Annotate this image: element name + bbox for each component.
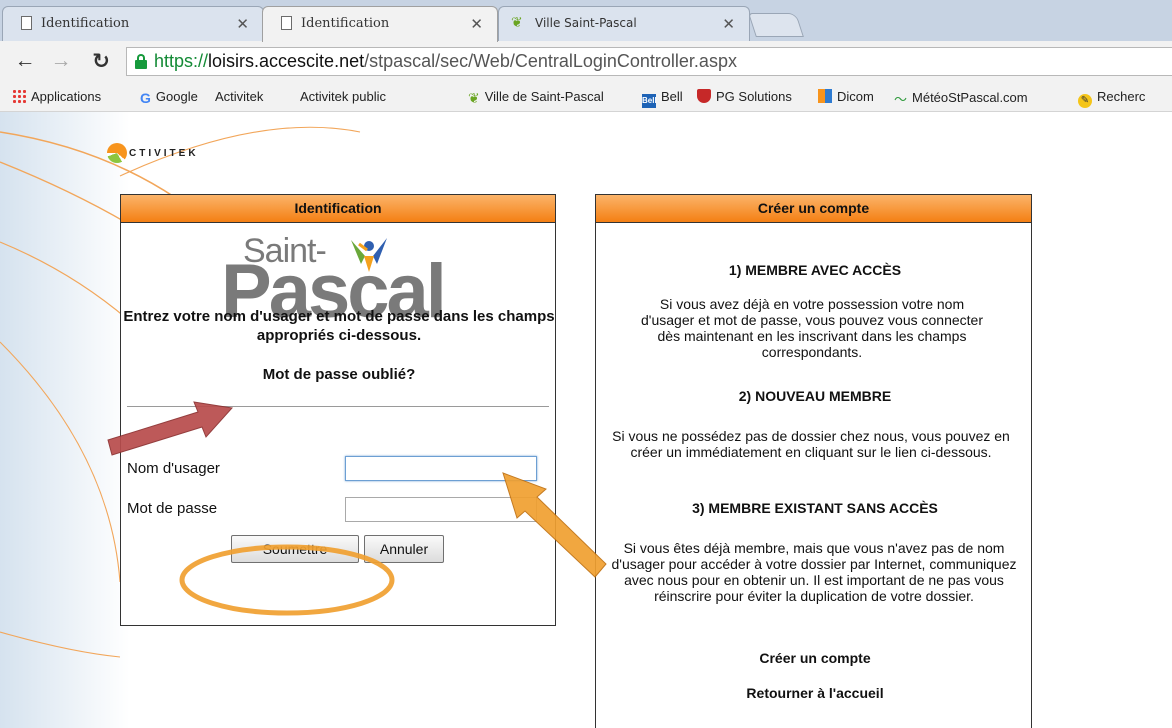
- browser-tab-strip: Identification ✕ Identification ✕ ❦ Vill…: [0, 0, 1172, 42]
- create-account-link[interactable]: Créer un compte: [590, 650, 1040, 666]
- return-home-link[interactable]: Retourner à l'accueil: [590, 685, 1040, 701]
- shield-icon: [697, 89, 711, 103]
- page-icon: [21, 16, 32, 30]
- apps-grid-icon: [12, 89, 26, 103]
- submit-button[interactable]: Soumettre: [231, 535, 359, 563]
- forgot-password-link[interactable]: Mot de passe oublié?: [119, 366, 559, 383]
- login-panel: Identification Saint- Pascal Entrez votr…: [120, 194, 556, 626]
- register-panel: Créer un compte 1) MEMBRE AVEC ACCÈS Si …: [595, 194, 1032, 728]
- section-member-with-access-title: 1) MEMBRE AVEC ACCÈS: [728, 262, 902, 278]
- form-separator: [127, 406, 549, 407]
- lock-icon: [135, 54, 147, 69]
- reload-icon[interactable]: ↻: [90, 49, 112, 74]
- close-icon[interactable]: ✕: [722, 15, 735, 33]
- login-panel-header: Identification: [121, 195, 555, 223]
- close-icon[interactable]: ✕: [470, 15, 483, 33]
- address-bar[interactable]: https://loisirs.accescite.net/stpascal/s…: [126, 47, 1172, 76]
- section-member-with-access-text: Si vous avez déjà en votre possession vo…: [641, 296, 983, 360]
- close-icon[interactable]: ✕: [236, 15, 249, 33]
- bell-icon: Bell: [642, 94, 657, 108]
- username-field[interactable]: [345, 456, 537, 481]
- google-icon: G: [140, 90, 151, 106]
- bookmarks-bar: Applications G Google Activitek Activitek…: [0, 83, 1172, 214]
- back-arrow-icon[interactable]: ←: [14, 49, 36, 73]
- activitek-logo[interactable]: CTIVITEK: [107, 143, 199, 167]
- tab-ville-saint-pascal[interactable]: ❦ Ville Saint-Pascal ✕: [498, 6, 750, 41]
- bookmark-applications[interactable]: Applications: [12, 89, 101, 104]
- tab-title: Identification: [301, 16, 390, 31]
- new-tab-button[interactable]: [748, 13, 804, 37]
- dicom-icon: [818, 89, 832, 103]
- tab-title: Ville Saint-Pascal: [535, 16, 637, 30]
- section-new-member-text: Si vous ne possédez pas de dossier chez …: [612, 428, 1010, 460]
- bookmark-pg-solutions[interactable]: PG Solutions: [697, 89, 792, 104]
- cancel-button[interactable]: Annuler: [364, 535, 444, 563]
- web-page: CTIVITEK Identification Saint- Pascal En…: [0, 112, 1172, 728]
- bookmark-activitek[interactable]: Activitek: [215, 89, 263, 214]
- section-existing-member-text: Si vous êtes déjà membre, mais que vous …: [611, 540, 1017, 604]
- register-panel-header: Créer un compte: [596, 195, 1031, 223]
- browser-toolbar: ← → ↻ https://loisirs.accescite.net/stpa…: [0, 41, 1172, 83]
- activitek-logo-icon: [107, 143, 127, 163]
- password-field[interactable]: [345, 497, 537, 522]
- bookmark-dicom[interactable]: Dicom: [818, 89, 874, 104]
- section-new-member-title: 2) NOUVEAU MEMBRE: [738, 388, 892, 404]
- password-label: Mot de passe: [127, 500, 218, 517]
- page-icon: [281, 16, 292, 30]
- bookmark-recherche[interactable]: ✎ Recherc: [1078, 89, 1145, 108]
- bookmark-bell[interactable]: Bell Bell: [642, 89, 683, 108]
- bookmark-ville-saint-pascal[interactable]: ❦ Ville de Saint-Pascal: [468, 89, 604, 106]
- bookmark-google[interactable]: G Google: [140, 89, 198, 106]
- bookmark-meteo[interactable]: 〜 MétéoStPascal.com: [894, 89, 1028, 107]
- tab-identification-2[interactable]: Identification ✕: [262, 6, 498, 42]
- username-label: Nom d'usager: [127, 460, 220, 477]
- section-existing-member-title: 3) MEMBRE EXISTANT SANS ACCÈS: [692, 500, 938, 516]
- bookmark-activitek-public[interactable]: Activitek public: [300, 89, 386, 214]
- meteo-icon: 〜: [894, 92, 908, 107]
- leaf-icon: ❦: [511, 14, 523, 30]
- tab-identification-1[interactable]: Identification ✕: [2, 6, 264, 41]
- url-text: https://loisirs.accescite.net/stpascal/s…: [154, 51, 737, 71]
- tab-title: Identification: [41, 16, 130, 31]
- activitek-logo-text: CTIVITEK: [129, 147, 199, 159]
- forward-arrow-icon[interactable]: →: [50, 49, 72, 73]
- leaf-icon: ❦: [468, 90, 480, 106]
- search-icon: ✎: [1078, 94, 1092, 108]
- login-instructions: Entrez votre nom d'usager et mot de pass…: [123, 308, 555, 344]
